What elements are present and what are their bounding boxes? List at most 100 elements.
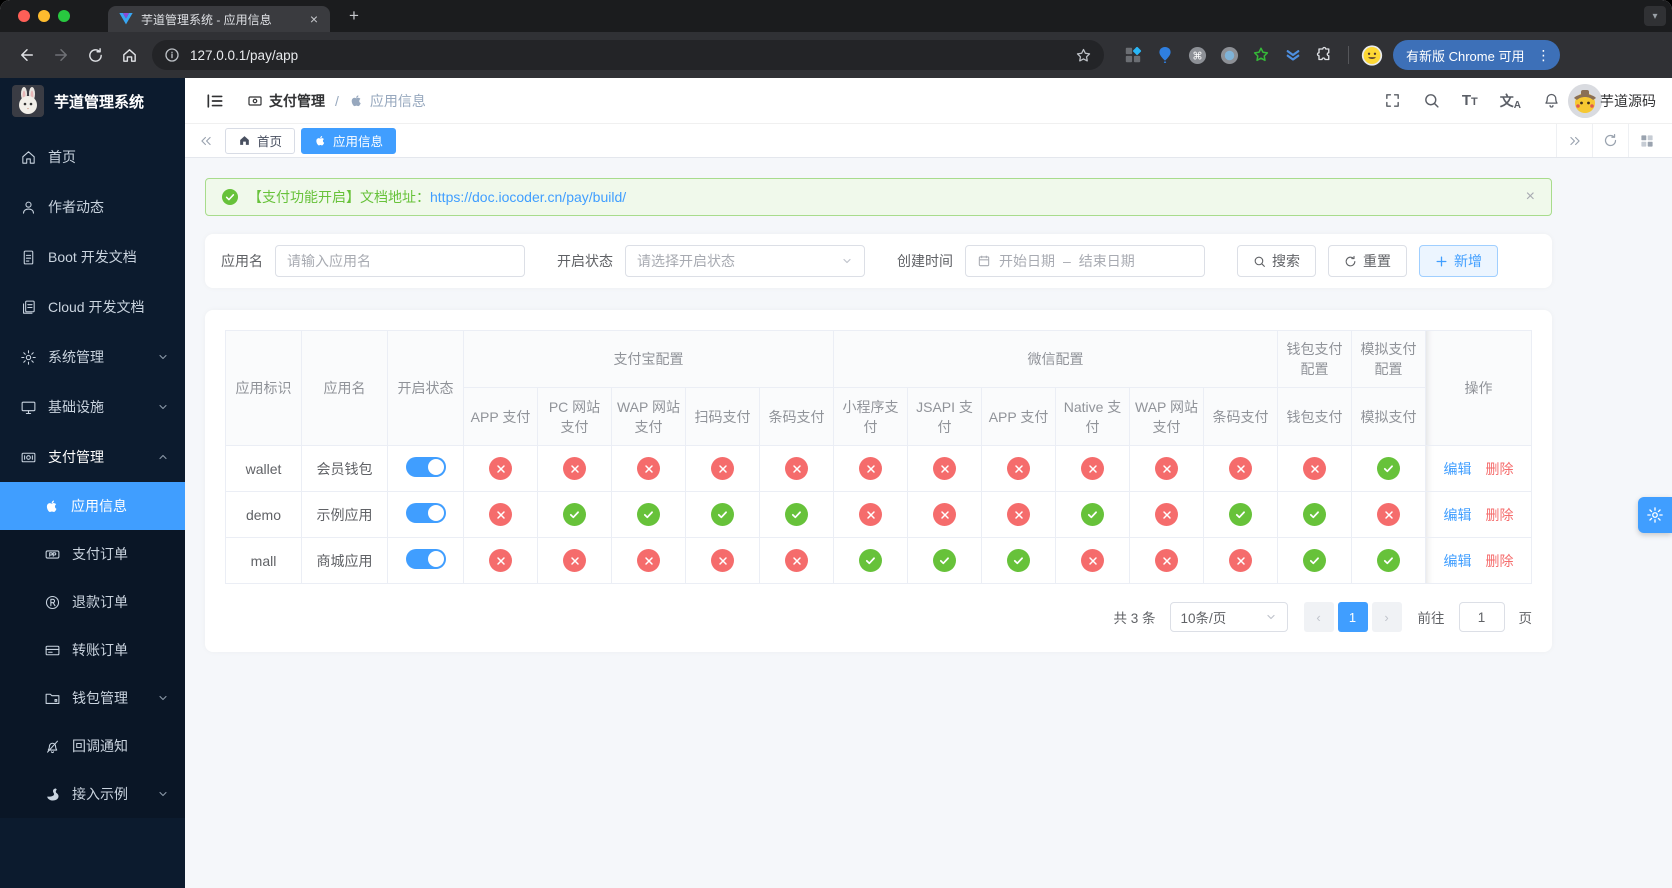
edit-link[interactable]: 编辑	[1444, 461, 1472, 477]
prev-page-button[interactable]: ‹	[1303, 602, 1334, 632]
sidebar-item-cloud-doc[interactable]: Cloud 开发文档	[0, 282, 185, 332]
edit-link[interactable]: 编辑	[1444, 553, 1472, 569]
sidebar-subitem-callback[interactable]: 回调通知	[0, 722, 185, 770]
create-time-label: 创建时间	[897, 253, 953, 269]
sidebar-subitem-app-info[interactable]: 应用信息	[0, 482, 185, 530]
back-icon[interactable]	[12, 40, 42, 70]
scroll-right-icon[interactable]	[1556, 124, 1592, 157]
date-separator: –	[1063, 253, 1071, 269]
toolbar-separator	[1348, 46, 1349, 64]
url-text[interactable]: 127.0.0.1/pay/app	[190, 48, 1075, 63]
channel-cell	[907, 491, 983, 538]
channel-cell	[758, 491, 835, 538]
delete-link[interactable]: 删除	[1486, 507, 1514, 523]
new-tab-button[interactable]: +	[342, 6, 366, 26]
goto-page-input[interactable]	[1458, 602, 1505, 632]
username-label[interactable]: 芋道源码	[1600, 91, 1656, 111]
site-info-icon[interactable]	[164, 47, 180, 63]
browser-window: 芋道管理系统 - 应用信息 × + ▾ 127.0.0.1/pay/app ⌘	[0, 0, 1672, 888]
status-select[interactable]: 请选择开启状态	[625, 245, 865, 277]
disabled-icon	[711, 457, 734, 480]
minimize-window-button[interactable]	[38, 10, 50, 22]
sidebar-item-author[interactable]: 作者动态	[0, 182, 185, 232]
tab-app-info[interactable]: 应用信息	[301, 127, 397, 154]
sidebar-subitem-pay-order[interactable]: 支付订单	[0, 530, 185, 578]
monitor-icon	[20, 399, 37, 416]
search-icon[interactable]	[1423, 92, 1440, 109]
breadcrumb-parent[interactable]: 支付管理	[247, 91, 325, 111]
search-form: 应用名 开启状态 请选择开启状态 创建时间	[205, 234, 1552, 288]
theme-settings-button[interactable]	[1638, 497, 1672, 533]
sidebar-subitem-label: 接入示例	[72, 786, 128, 802]
date-range-picker[interactable]: 开始日期 – 结束日期	[965, 245, 1205, 277]
chevron-up-icon	[157, 451, 169, 463]
page-1-button[interactable]: 1	[1337, 602, 1368, 632]
command-icon[interactable]: ⌘	[1186, 44, 1208, 66]
sidebar-subitem-wallet-mgr[interactable]: 钱包管理	[0, 674, 185, 722]
browser-tab[interactable]: 芋道管理系统 - 应用信息 ×	[108, 6, 330, 32]
status-cell	[387, 537, 464, 584]
home-icon[interactable]	[114, 40, 144, 70]
close-window-button[interactable]	[18, 10, 30, 22]
chevrons-icon[interactable]	[1282, 44, 1304, 66]
delete-link[interactable]: 删除	[1486, 461, 1514, 477]
delete-link[interactable]: 删除	[1486, 553, 1514, 569]
browser-menu-icon[interactable]: ⋮	[1532, 47, 1554, 64]
channel-cell	[1351, 445, 1427, 492]
status-toggle[interactable]	[405, 503, 446, 523]
refresh-page-icon[interactable]	[1592, 124, 1628, 157]
dot-circle-icon[interactable]	[1218, 44, 1240, 66]
add-button[interactable]: 新增	[1419, 245, 1498, 277]
sidebar-logo-row[interactable]: 芋道管理系统	[0, 78, 185, 124]
search-button[interactable]: 搜索	[1237, 245, 1316, 277]
star-green-icon[interactable]	[1250, 44, 1272, 66]
scroll-left-icon[interactable]	[193, 134, 219, 148]
doc-link[interactable]: https://doc.iocoder.cn/pay/build/	[430, 189, 626, 205]
bell-icon[interactable]	[1543, 92, 1560, 109]
end-date-placeholder[interactable]: 结束日期	[1079, 251, 1135, 271]
balloon-icon[interactable]	[1154, 44, 1176, 66]
tab-search-button[interactable]: ▾	[1644, 6, 1666, 26]
reload-icon[interactable]	[80, 40, 110, 70]
disabled-icon	[563, 549, 586, 572]
sidebar-item-home[interactable]: 首页	[0, 132, 185, 182]
start-date-placeholder[interactable]: 开始日期	[999, 251, 1055, 271]
puzzle-icon[interactable]	[1314, 44, 1336, 66]
layout-grid-icon[interactable]	[1628, 124, 1664, 157]
tab-close-icon[interactable]: ×	[306, 11, 322, 27]
edit-link[interactable]: 编辑	[1444, 507, 1472, 523]
fullscreen-icon[interactable]	[1384, 92, 1401, 109]
sidebar-item-pay[interactable]: 支付管理	[0, 432, 185, 482]
bookmark-star-icon[interactable]	[1075, 47, 1092, 64]
address-bar[interactable]: 127.0.0.1/pay/app	[152, 40, 1104, 70]
sidebar-subitem-transfer-order[interactable]: 转账订单	[0, 626, 185, 674]
app-name-input[interactable]	[287, 253, 513, 269]
success-check-icon	[222, 189, 238, 205]
status-toggle[interactable]	[405, 457, 446, 477]
sidebar-subitem-refund-order[interactable]: 退款订单	[0, 578, 185, 626]
collapse-sidebar-icon[interactable]	[201, 91, 229, 111]
next-page-button[interactable]: ›	[1371, 602, 1402, 632]
page-size-select[interactable]: 10条/页	[1169, 602, 1288, 632]
channel-cell	[537, 445, 612, 492]
sidebar-item-system[interactable]: 系统管理	[0, 332, 185, 382]
profile-avatar[interactable]	[1361, 44, 1383, 66]
maximize-window-button[interactable]	[58, 10, 70, 22]
sidebar-subitem-demo-entry[interactable]: 接入示例	[0, 770, 185, 818]
status-cell	[387, 445, 464, 492]
font-size-icon[interactable]: TT	[1462, 92, 1478, 109]
sidebar-item-boot-doc[interactable]: Boot 开发文档	[0, 232, 185, 282]
sub-column-header: WAP 网站支付	[1129, 387, 1205, 446]
status-toggle[interactable]	[405, 549, 446, 569]
breadcrumb-separator: /	[335, 92, 339, 109]
locale-icon[interactable]: 文A	[1500, 91, 1521, 111]
sidebar-item-infra[interactable]: 基础设施	[0, 382, 185, 432]
chrome-update-button[interactable]: 有新版 Chrome 可用 ⋮	[1393, 40, 1561, 70]
user-avatar[interactable]	[1568, 83, 1602, 118]
sub-column-header: Native 支付	[1055, 387, 1131, 446]
forward-icon[interactable]	[46, 40, 76, 70]
alert-close-icon[interactable]: ×	[1526, 188, 1535, 206]
tab-home[interactable]: 首页	[225, 127, 296, 154]
squares-icon[interactable]	[1122, 44, 1144, 66]
reset-button[interactable]: 重置	[1328, 245, 1407, 277]
